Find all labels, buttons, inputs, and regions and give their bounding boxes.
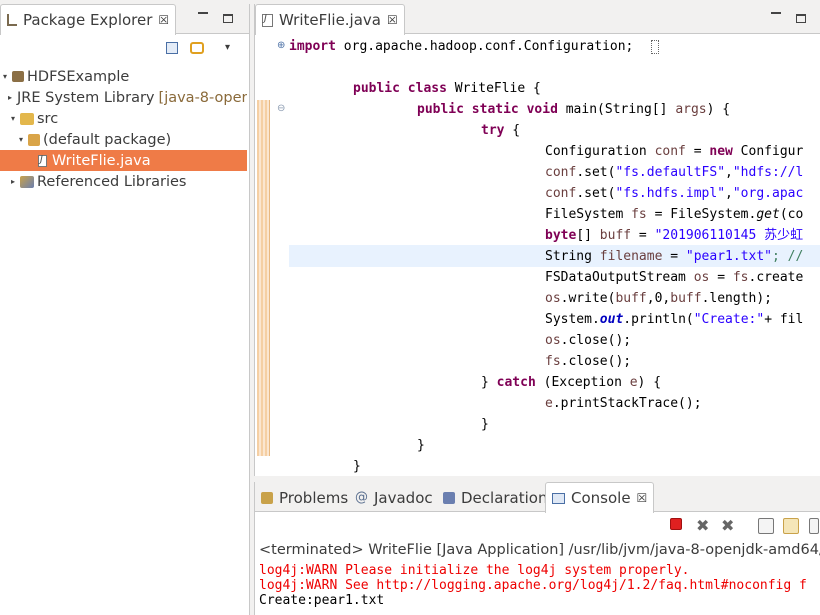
tree-item-label: src bbox=[37, 110, 59, 127]
console-panel: Problems @ Javadoc Declaration Console ☒… bbox=[254, 482, 820, 615]
code-line: FileSystem fs = FileSystem.get(co bbox=[545, 207, 804, 222]
tab-label: Problems bbox=[279, 488, 349, 507]
console-warn-line: log4j:WARN See http://logging.apache.org… bbox=[259, 578, 807, 593]
code-line: Configuration conf = new Configur bbox=[545, 144, 804, 159]
expand-arrow-icon[interactable]: ▾ bbox=[0, 72, 10, 81]
explorer-tabbar: Package Explorer ☒ bbox=[0, 4, 249, 35]
remove-all-terminated-icon[interactable]: ✖ bbox=[721, 518, 737, 534]
tab-package-explorer[interactable]: Package Explorer ☒ bbox=[0, 4, 177, 35]
expand-fold-icon[interactable]: ⊕ bbox=[277, 40, 285, 51]
maximize-icon[interactable] bbox=[796, 14, 806, 23]
tree-item-jre-system-library[interactable]: ▸ JRE System Library [java-8-oper bbox=[0, 87, 247, 108]
bottom-tabbar: Problems @ Javadoc Declaration Console ☒ bbox=[255, 482, 820, 513]
code-line: import org.apache.hadoop.conf.Configurat… bbox=[289, 36, 660, 57]
expand-arrow-icon[interactable]: ▸ bbox=[8, 93, 12, 102]
collapse-all-icon[interactable] bbox=[166, 42, 178, 54]
console-output-line: Create:pear1.txt bbox=[259, 593, 385, 608]
clear-console-icon[interactable] bbox=[758, 518, 774, 534]
tab-label: Javadoc bbox=[374, 488, 433, 507]
word-wrap-icon[interactable] bbox=[809, 518, 819, 534]
package-explorer-icon bbox=[7, 14, 17, 26]
console-icon bbox=[552, 492, 565, 504]
link-with-editor-icon[interactable] bbox=[190, 42, 204, 54]
tree-item-label: (default package) bbox=[43, 131, 172, 148]
tree-item-writeflie-java[interactable]: WriteFlie.java bbox=[0, 150, 247, 171]
tab-javadoc[interactable]: @ Javadoc bbox=[349, 482, 439, 513]
scroll-lock-icon[interactable] bbox=[783, 518, 799, 534]
code-line: } catch (Exception e) { bbox=[481, 375, 662, 390]
remove-launch-icon[interactable]: ✖ bbox=[696, 518, 712, 534]
expand-arrow-icon[interactable]: ▾ bbox=[8, 114, 18, 123]
code-line: conf.set("fs.hdfs.impl","org.apac bbox=[545, 186, 804, 201]
tab-writeflie-java[interactable]: WriteFlie.java ☒ bbox=[255, 4, 405, 35]
javadoc-icon: @ bbox=[355, 490, 368, 505]
code-area[interactable]: import org.apache.hadoop.conf.Configurat… bbox=[289, 36, 820, 476]
tab-label: Declaration bbox=[461, 488, 548, 507]
project-icon bbox=[12, 71, 24, 82]
code-line: try { bbox=[481, 123, 521, 138]
java-file-icon bbox=[38, 154, 47, 167]
code-line: } bbox=[481, 417, 489, 432]
maximize-icon[interactable] bbox=[223, 14, 233, 23]
change-ruler bbox=[257, 100, 270, 456]
code-line: os.close(); bbox=[545, 333, 632, 348]
java-file-icon bbox=[262, 13, 273, 27]
tree-item-src[interactable]: ▾ src bbox=[0, 108, 247, 129]
close-icon[interactable]: ☒ bbox=[387, 13, 398, 27]
tree-item-hdfsexample[interactable]: ▾ HDFSExample bbox=[0, 66, 247, 87]
tree-item-suffix: [java-8-oper bbox=[158, 89, 247, 106]
code-line: e.printStackTrace(); bbox=[545, 396, 702, 411]
code-line: fs.close(); bbox=[545, 354, 632, 369]
tree-item-label: WriteFlie.java bbox=[52, 152, 151, 169]
code-line: public static void main(String[] args) { bbox=[417, 102, 731, 117]
close-icon[interactable]: ☒ bbox=[158, 13, 169, 27]
code-line: os.write(buff,0,buff.length); bbox=[545, 291, 773, 306]
code-line: } bbox=[417, 438, 425, 453]
code-line: } bbox=[353, 459, 361, 474]
view-menu-icon[interactable]: ▾ bbox=[225, 42, 230, 53]
tab-label: Console bbox=[571, 489, 631, 507]
tree-item-label: Referenced Libraries bbox=[37, 173, 187, 190]
tab-problems[interactable]: Problems bbox=[255, 482, 354, 513]
code-line: conf.set("fs.defaultFS","hdfs://l bbox=[545, 165, 804, 180]
declaration-icon bbox=[443, 491, 455, 504]
tree-item-referenced-libraries[interactable]: ▸ Referenced Libraries bbox=[0, 171, 247, 192]
package-icon bbox=[28, 133, 40, 146]
tree-item-default-package[interactable]: ▾ (default package) bbox=[0, 129, 247, 150]
collapse-fold-icon[interactable]: ⊖ bbox=[277, 103, 285, 114]
expand-arrow-icon[interactable]: ▾ bbox=[16, 135, 26, 144]
editor-tabbar: WriteFlie.java ☒ bbox=[255, 4, 820, 35]
terminated-status: <terminated> WriteFlie [Java Application… bbox=[259, 542, 820, 558]
code-line: public class WriteFlie { bbox=[353, 81, 541, 96]
minimize-icon[interactable] bbox=[198, 12, 208, 14]
code-line: byte[] buff = "201906110145 苏少虹 bbox=[545, 228, 804, 243]
editor-panel: WriteFlie.java ☒ ⊕ ⊖ import org.apache.h… bbox=[254, 4, 820, 476]
problems-icon bbox=[261, 491, 273, 504]
tab-label: Package Explorer bbox=[23, 11, 153, 29]
code-line: System.out.println("Create:"+ fil bbox=[545, 312, 804, 327]
tree-item-label: JRE System Library bbox=[17, 89, 155, 106]
tree-item-label: HDFSExample bbox=[27, 68, 130, 85]
close-icon[interactable]: ☒ bbox=[637, 491, 648, 505]
terminate-icon[interactable] bbox=[670, 518, 682, 530]
tab-console[interactable]: Console ☒ bbox=[545, 482, 655, 513]
package-explorer-panel: Package Explorer ☒ ▾ ▾ HDFSExample ▸ JRE… bbox=[0, 4, 250, 615]
minimize-icon[interactable] bbox=[771, 12, 781, 14]
import-box-icon bbox=[651, 39, 660, 54]
expand-arrow-icon[interactable]: ▸ bbox=[8, 177, 18, 186]
code-line: String filename = "pear1.txt"; // bbox=[545, 249, 804, 264]
tab-label: WriteFlie.java bbox=[279, 11, 381, 29]
source-folder-icon bbox=[20, 112, 34, 125]
library-icon bbox=[20, 175, 34, 188]
tab-declaration[interactable]: Declaration bbox=[437, 482, 553, 513]
code-line: FSDataOutputStream os = fs.create bbox=[545, 270, 804, 285]
console-warn-line: log4j:WARN Please initialize the log4j s… bbox=[259, 563, 690, 578]
